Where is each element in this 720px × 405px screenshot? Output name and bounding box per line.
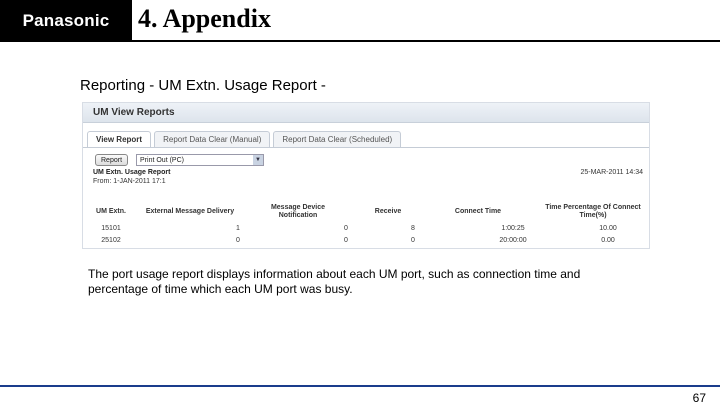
report-date: 25-MAR-2011 14:34 <box>580 169 643 176</box>
report-title: UM Extn. Usage Report <box>93 169 171 176</box>
column-header: External Message Delivery <box>145 208 235 215</box>
column-header: Time Percentage Of Connect Time(%) <box>545 204 641 219</box>
column-header: Receive <box>374 208 402 215</box>
column-header: UM Extn. <box>96 208 126 215</box>
table-cell: 0 <box>344 225 348 232</box>
tab-report-data-clear-manual[interactable]: Report Data Clear (Manual) <box>154 131 271 147</box>
brand-name: Panasonic <box>22 11 110 30</box>
window-titlebar: UM View Reports <box>83 103 649 123</box>
table-cell: 0 <box>411 237 415 244</box>
table-cell: 20:00:00 <box>499 237 527 244</box>
report-button[interactable]: Report <box>95 154 129 166</box>
footer-divider <box>0 385 720 387</box>
header-divider <box>0 40 720 42</box>
page-number: 67 <box>692 391 706 405</box>
output-select-value: Print Out (PC) <box>140 157 184 164</box>
table-cell: 25102 <box>101 237 121 244</box>
description-text: The port usage report displays informati… <box>88 267 581 296</box>
brand-logo: Panasonic <box>0 0 132 42</box>
tab-bar: View Report Report Data Clear (Manual) R… <box>87 131 404 147</box>
slide-subtitle: Reporting - UM Extn. Usage Report - <box>80 77 326 94</box>
table-cell: 1:00:25 <box>501 225 525 232</box>
table-cell: 1 <box>236 225 240 232</box>
tab-report-data-clear-scheduled[interactable]: Report Data Clear (Scheduled) <box>273 131 402 147</box>
table-cell: 0 <box>344 237 348 244</box>
tab-view-report[interactable]: View Report <box>87 131 152 147</box>
chevron-down-icon[interactable]: ▼ <box>253 155 264 165</box>
column-header: Message Device Notification <box>270 204 326 219</box>
column-header: Connect Time <box>454 208 502 215</box>
report-range: From: 1-JAN-2011 17:1 <box>93 178 166 185</box>
slide-header: Panasonic 4. Appendix <box>0 0 720 42</box>
output-select[interactable]: Print Out (PC) ▼ <box>136 154 265 166</box>
report-screenshot: UM View Reports View Report Report Data … <box>82 102 650 249</box>
report-controls: Report Print Out (PC) ▼ <box>95 153 265 167</box>
slide-title: 4. Appendix <box>138 4 271 33</box>
tab-underline <box>83 147 649 148</box>
table-cell: 8 <box>411 225 415 232</box>
table-cell: 15101 <box>101 225 121 232</box>
table-cell: 0.00 <box>601 237 615 244</box>
window-title: UM View Reports <box>93 107 175 118</box>
table-cell: 0 <box>236 237 240 244</box>
table-cell: 10.00 <box>599 225 617 232</box>
